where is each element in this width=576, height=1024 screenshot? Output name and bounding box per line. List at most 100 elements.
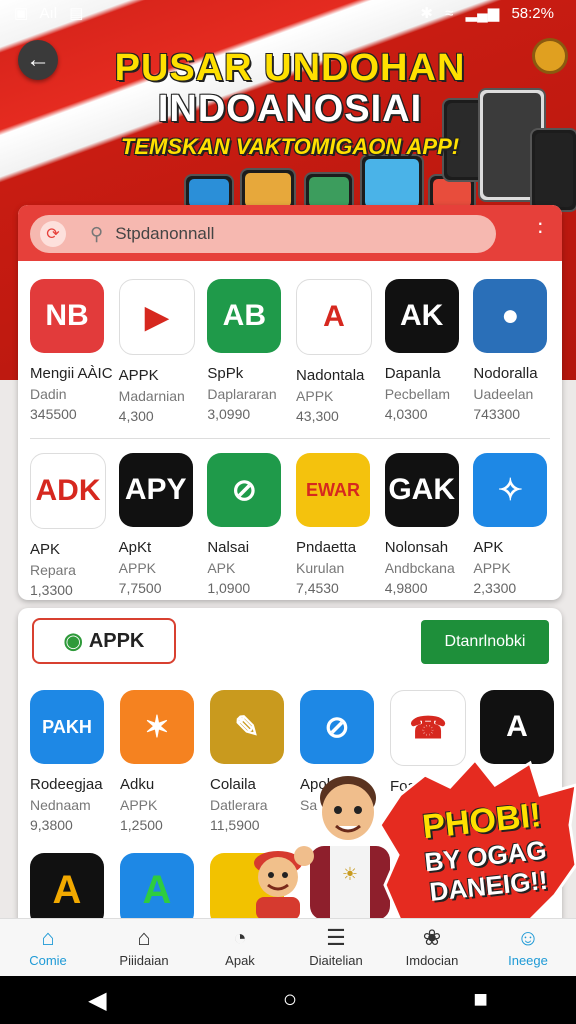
app-item[interactable]: ✧ APK APPK 2,3300 [473, 453, 562, 598]
app-icon[interactable]: ✧ [473, 453, 548, 527]
app-item[interactable]: AB SpPk Daplararan 3,0990 [207, 279, 296, 424]
app-icon[interactable]: ✶ [120, 690, 194, 764]
app-name: Dapanla [384, 365, 441, 382]
home-icon: ⌂ [41, 925, 55, 950]
nav-label: Comie [29, 953, 67, 968]
app-sub: APK [207, 560, 236, 576]
app-count: 4,300 [118, 408, 154, 424]
app-item[interactable]: GAK Nolonsah Andbckana 4,9800 [384, 453, 474, 598]
app-sub: Nednaam [30, 797, 91, 813]
app-sub: APPK [296, 388, 334, 404]
app-icon[interactable]: ⊘ [207, 453, 282, 527]
app-item[interactable]: A Nadontala APPK 43,300 [296, 279, 385, 424]
nav-item-piiidaian[interactable]: ⌂ Piiidaian [96, 919, 192, 977]
app-item[interactable]: ▶ APPK Madarnian 4,300 [118, 279, 208, 424]
more-menu-icon[interactable]: · · [537, 212, 544, 242]
app-icon[interactable]: ▶ [118, 279, 195, 355]
app-sub: Uadeelan [473, 386, 534, 402]
person-icon: ☺ [516, 925, 540, 950]
app-icon[interactable]: A [120, 853, 194, 927]
app-item[interactable]: PAKH Rodeegjaa Nednaam 9,3800 [30, 690, 120, 833]
app-count: 3,0990 [207, 406, 251, 422]
app-icon[interactable]: ADK [30, 453, 106, 529]
app-item[interactable]: AK Dapanla Pecbellam 4,0300 [384, 279, 474, 424]
app-name: Colaila [210, 776, 256, 793]
app-icon[interactable]: AK [384, 279, 459, 353]
app-item[interactable]: ● Nodoralla Uadeelan 743300 [473, 279, 562, 424]
app-item[interactable]: ✶ Adku APPK 1,2500 [120, 690, 210, 833]
brand-badge[interactable]: ◉ APPK [32, 618, 176, 664]
app-sub: APPK [473, 560, 511, 576]
app-item[interactable]: EWAR Pndaetta Kurulan 7,4530 [296, 453, 385, 598]
app-count: 345500 [30, 406, 77, 422]
app-icon[interactable]: EWAR [296, 453, 371, 527]
app-icon[interactable]: AB [207, 279, 282, 353]
system-home-icon[interactable]: ○ [283, 986, 298, 1014]
app-name: Mengii AÀIC [30, 365, 113, 382]
nav-label: Diaitelian [309, 953, 363, 968]
app-name: APPK [118, 367, 159, 384]
nav-item-comie[interactable]: ⌂ Comie [0, 919, 96, 977]
compass-icon: ◔ [233, 925, 247, 950]
app-icon[interactable]: A [480, 690, 554, 764]
app-item[interactable]: ✎ Colaila Datlerara 11,5900 [210, 690, 300, 833]
app-sub: Dadin [30, 386, 67, 402]
app-count: 1,3300 [30, 582, 73, 598]
app-name: Rodeegjaa [30, 776, 103, 793]
promo-text: PHOBI! BY OGAG DANEIG!! [395, 793, 574, 909]
status-left: ▣ Aıl ▤ [14, 4, 91, 22]
brand-label: APPK [88, 629, 145, 652]
system-back-icon[interactable]: ◀ [88, 986, 106, 1015]
nav-item-imdocian[interactable]: ❀ Imdocian [384, 919, 480, 977]
nav-item-apak[interactable]: ◔ Apak [192, 919, 288, 977]
status-right: ✱ ≈ ▂▄▆ 58:2% [420, 4, 562, 22]
bluetooth-icon: ✱ [420, 5, 433, 22]
system-navigation-bar: ◀ ○ ■ [0, 976, 576, 1024]
search-header: ⟳ ⚲ ·· [18, 205, 562, 261]
banner-title-line2: INDOANOSIAI [157, 88, 423, 130]
download-button[interactable]: Dtanrlnobki [421, 620, 549, 664]
app-icon[interactable]: ✎ [210, 690, 284, 764]
refresh-icon[interactable]: ⟳ [40, 221, 66, 247]
app-sub: APPK [118, 560, 157, 576]
svg-text:☀: ☀ [342, 864, 358, 885]
app-icon[interactable]: A [30, 853, 104, 927]
app-icon[interactable]: APY [118, 453, 193, 527]
notification-icon: ▣ [14, 5, 29, 22]
app-name: Nodoralla [473, 365, 538, 382]
app-item[interactable]: ⊘ Nalsai APK 1,0900 [207, 453, 296, 598]
app-name: APK [473, 539, 504, 556]
app-count: 4,0300 [384, 406, 428, 422]
apps-row-2: ADK APK Repara 1,3300 APY ApKt APPK 7,7500 ⊘ Nals… [18, 453, 562, 598]
nav-label: Imdocian [405, 953, 459, 968]
app-icon[interactable]: A [296, 279, 373, 355]
app-sub: Kurulan [296, 560, 345, 576]
banner-subtitle: TEMSKAN VAKTOMIGAON APP! [120, 134, 460, 159]
back-button[interactable]: ← [18, 40, 58, 80]
app-item[interactable]: ADK APK Repara 1,3300 [30, 453, 119, 598]
app-count: 743300 [473, 406, 521, 422]
apps-row-1: NB Mengii AÀIC Dadin 345500 ▶ APPK Madarnian 4,… [18, 279, 562, 424]
nav-label: Piiidaian [119, 953, 169, 968]
nav-label: Ineege [508, 953, 548, 968]
app-icon[interactable]: PAKH [30, 690, 104, 764]
app-count: 4,9800 [384, 580, 428, 596]
leaf-icon: ❀ [422, 925, 442, 950]
app-icon[interactable]: ● [473, 279, 548, 353]
divider [30, 438, 550, 439]
app-item[interactable]: APY ApKt APPK 7,7500 [118, 453, 208, 598]
app-name: Adku [120, 776, 155, 793]
app-sub: Daplararan [207, 386, 277, 402]
app-icon[interactable]: GAK [384, 453, 459, 527]
nav-item-diaitelian[interactable]: ☰ Diaitelian [288, 919, 384, 977]
app-item[interactable]: NB Mengii AÀIC Dadin 345500 [30, 279, 119, 424]
app-count: 7,7500 [118, 580, 162, 596]
app-icon[interactable]: ⊘ [300, 690, 374, 764]
pin-icon [532, 38, 568, 74]
nav-item-ineege[interactable]: ☺ Ineege [480, 919, 576, 977]
app-icon[interactable]: NB [30, 279, 104, 353]
search-input[interactable] [113, 223, 448, 245]
search-bar[interactable]: ⟳ ⚲ [30, 215, 496, 253]
app-name: APK [30, 541, 61, 558]
system-recents-icon[interactable]: ■ [473, 986, 488, 1014]
